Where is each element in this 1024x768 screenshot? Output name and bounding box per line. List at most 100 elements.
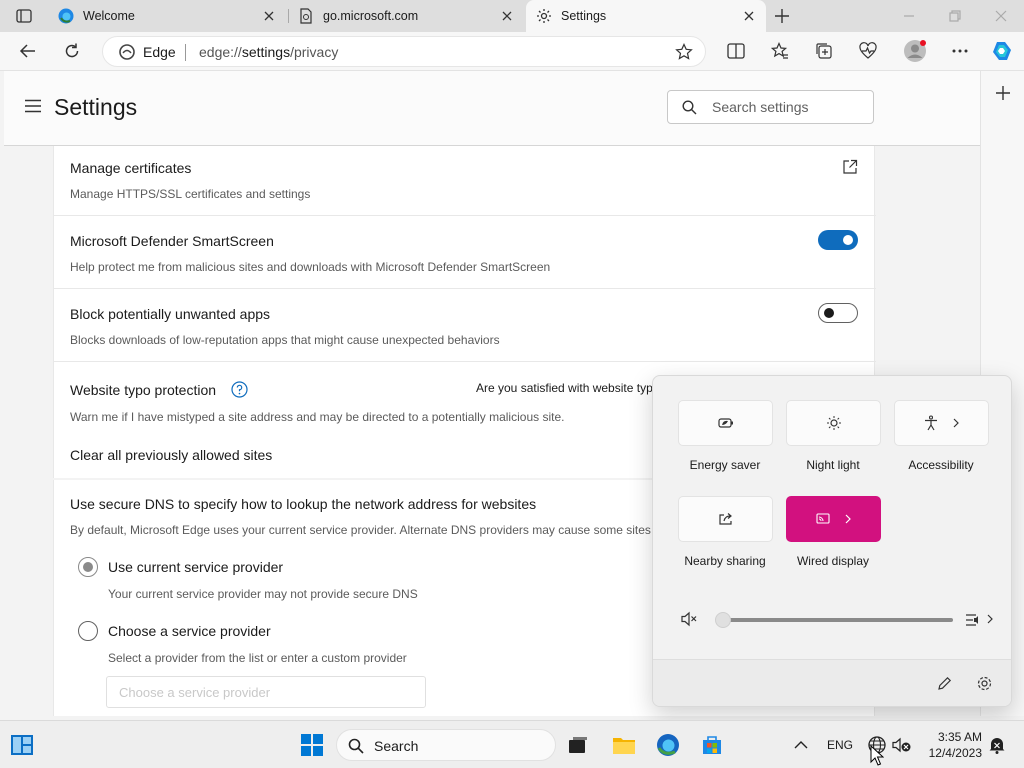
new-tab-icon[interactable] [772, 6, 792, 26]
radio-label: Use current service provider [108, 559, 284, 575]
radio-label: Choose a service provider [108, 623, 271, 639]
page-title: Settings [54, 94, 138, 120]
settings-header: Settings [4, 71, 980, 146]
edge-browser-icon[interactable] [656, 733, 680, 757]
volume-slider-thumb[interactable] [715, 612, 731, 628]
row-description: Manage HTTPS/SSL certificates and settin… [70, 187, 311, 201]
cast-icon [815, 513, 830, 524]
feedback-prompt[interactable]: Are you satisfied with website typ [476, 381, 653, 395]
nearby-sharing-icon [718, 513, 732, 525]
close-tab-icon[interactable] [742, 9, 756, 23]
gear-icon [536, 8, 552, 24]
row-divider [54, 288, 876, 289]
url-scheme: edge:// [199, 44, 242, 60]
more-options-icon[interactable] [950, 41, 970, 61]
refresh-icon[interactable] [62, 41, 82, 61]
tab-settings[interactable]: Settings [526, 0, 766, 32]
tile-label: Nearby sharing [684, 554, 766, 568]
accessibility-tile[interactable] [894, 400, 989, 446]
row-title: Manage certificates [70, 160, 192, 176]
night-light-icon [826, 416, 841, 430]
tile-label: Night light [806, 458, 860, 472]
address-divider [185, 44, 186, 61]
browser-essentials-icon[interactable] [858, 41, 878, 61]
tab-title: Welcome [83, 9, 135, 23]
chevron-right-icon[interactable] [986, 614, 994, 624]
input-language[interactable]: ENG [827, 738, 853, 752]
taskbar-search[interactable]: Search [336, 729, 556, 761]
taskbar-search-label: Search [374, 738, 419, 754]
file-explorer-icon[interactable] [612, 733, 636, 757]
site-identity-label: Edge [143, 44, 176, 60]
chevron-right-icon [845, 514, 851, 524]
row-description: By default, Microsoft Edge uses your cur… [70, 523, 665, 537]
close-window-icon[interactable] [993, 8, 1009, 24]
accessibility-icon [924, 415, 937, 431]
copilot-icon[interactable] [990, 39, 1014, 63]
radio-choose-provider[interactable] [78, 621, 98, 641]
chevron-up-icon[interactable] [789, 733, 813, 757]
search-icon [348, 738, 364, 754]
row-description: Blocks downloads of low-reputation apps … [70, 333, 500, 347]
settings-search-box[interactable] [667, 90, 874, 124]
help-icon[interactable] [231, 381, 248, 398]
radio-description: Select a provider from the list or enter… [108, 651, 407, 665]
profile-avatar[interactable] [903, 39, 927, 63]
address-bar[interactable]: Edge edge://settings/privacy [102, 36, 706, 67]
microsoft-store-icon[interactable] [700, 733, 724, 757]
notification-bell-icon[interactable] [985, 733, 1009, 757]
open-external-icon[interactable] [842, 159, 858, 175]
edit-pencil-icon[interactable] [936, 675, 953, 692]
url-path: /privacy [290, 44, 339, 60]
volume-slider-track[interactable] [723, 618, 953, 622]
restore-icon[interactable] [947, 8, 963, 24]
tab-actions-icon[interactable] [8, 5, 40, 27]
favorites-icon[interactable] [770, 41, 790, 61]
radio-current-provider[interactable] [78, 557, 98, 577]
tab-welcome[interactable]: Welcome [48, 0, 286, 32]
edge-logo-icon [58, 8, 74, 24]
energy-saver-tile[interactable] [678, 400, 773, 446]
close-tab-icon[interactable] [500, 9, 514, 23]
mouse-cursor-icon [870, 745, 884, 766]
speaker-muted-icon[interactable] [680, 611, 698, 627]
volume-muted-icon[interactable] [890, 733, 914, 757]
row-title: Microsoft Defender SmartScreen [70, 233, 274, 249]
page-icon [298, 8, 314, 24]
close-tab-icon[interactable] [262, 9, 276, 23]
clear-allowed-sites-link[interactable]: Clear all previously allowed sites [70, 447, 272, 463]
radio-description: Your current service provider may not pr… [108, 587, 418, 601]
provider-input[interactable]: Choose a service provider [106, 676, 426, 708]
collections-icon[interactable] [814, 41, 834, 61]
row-title: Website typo protection [70, 382, 217, 398]
row-title: Block potentially unwanted apps [70, 306, 271, 322]
clock[interactable]: 3:35 AM 12/4/2023 [920, 729, 982, 761]
back-icon[interactable] [18, 41, 38, 61]
task-view-icon[interactable] [566, 733, 590, 757]
menu-icon[interactable] [24, 99, 42, 113]
energy-saver-icon [717, 418, 733, 428]
tab-title: Settings [561, 9, 607, 23]
row-divider [54, 215, 876, 216]
add-sidebar-app-icon[interactable] [993, 83, 1013, 103]
tab-strip: Welcome go.microsoft.com Settings [0, 0, 1024, 32]
search-input[interactable] [712, 97, 862, 117]
block-unwanted-apps-toggle[interactable] [818, 303, 858, 323]
split-screen-icon[interactable] [726, 41, 746, 61]
night-light-tile[interactable] [786, 400, 881, 446]
start-windows-icon[interactable] [300, 733, 324, 757]
widgets-icon[interactable] [10, 733, 34, 757]
quick-settings-panel: Energy saver Night light Accessibility N… [652, 375, 1012, 707]
favorite-star-icon[interactable] [675, 43, 693, 61]
tile-label: Energy saver [689, 458, 761, 472]
row-divider [54, 361, 876, 362]
row-description: Help protect me from malicious sites and… [70, 260, 551, 274]
settings-gear-icon[interactable] [976, 675, 993, 692]
minimize-icon[interactable] [901, 8, 917, 24]
tab-go-microsoft[interactable]: go.microsoft.com [288, 0, 524, 32]
chevron-right-icon [953, 418, 959, 428]
audio-output-icon[interactable] [965, 611, 985, 627]
smartscreen-toggle[interactable] [818, 230, 858, 250]
nearby-sharing-tile[interactable] [678, 496, 773, 542]
wired-display-tile[interactable] [786, 496, 881, 542]
